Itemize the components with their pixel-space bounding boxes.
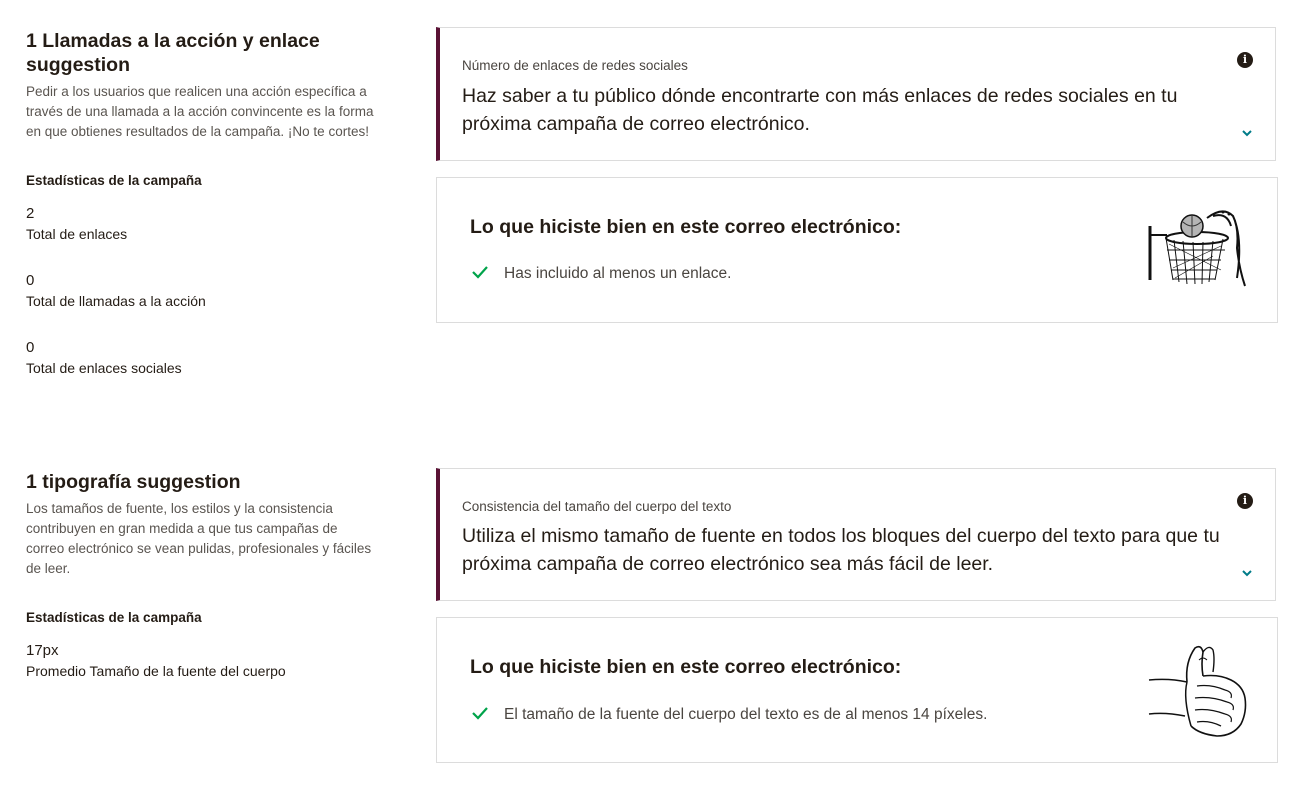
stat-item: 0 Total de enlaces sociales xyxy=(26,338,376,378)
stat-item: 0 Total de llamadas a la acción xyxy=(26,271,376,311)
section-title: 1 tipografía suggestion xyxy=(26,471,241,493)
thumbs-up-hands-illustration xyxy=(1148,645,1247,737)
section-description: Pedir a los usuarios que realicen una ac… xyxy=(26,84,374,139)
suggestion-label: Consistencia del tamaño del cuerpo del t… xyxy=(462,499,732,514)
good-item: El tamaño de la fuente del cuerpo del te… xyxy=(472,706,987,724)
stats-heading: Estadísticas de la campaña xyxy=(26,610,202,625)
good-practices-card: Lo que hiciste bien en este correo elect… xyxy=(436,617,1278,763)
suggestion-label: Número de enlaces de redes sociales xyxy=(462,58,688,73)
info-icon[interactable]: i xyxy=(1237,493,1253,509)
section-info: 1 tipografía suggestion Los tamaños de f… xyxy=(26,470,376,681)
stat-value: 17px xyxy=(26,642,59,659)
stat-label: Promedio Tamaño de la fuente del cuerpo xyxy=(26,663,286,679)
check-icon xyxy=(472,707,488,720)
stat-item: 17px Promedio Tamaño de la fuente del cu… xyxy=(26,641,376,681)
chevron-down-icon[interactable] xyxy=(1241,127,1253,139)
stat-value: 0 xyxy=(26,272,35,289)
chevron-down-icon[interactable] xyxy=(1241,567,1253,579)
stat-value: 2 xyxy=(26,205,35,222)
good-item-text: Has incluido al menos un enlace. xyxy=(504,265,732,282)
stat-label: Total de enlaces sociales xyxy=(26,360,182,376)
stat-label: Total de llamadas a la acción xyxy=(26,293,206,309)
suggestion-text: Haz saber a tu público dónde encontrarte… xyxy=(462,85,1178,135)
good-title: Lo que hiciste bien en este correo elect… xyxy=(470,216,902,238)
stat-item: 2 Total de enlaces xyxy=(26,204,376,244)
section-title: 1 Llamadas a la acción y enlace suggesti… xyxy=(26,30,320,76)
info-icon[interactable]: i xyxy=(1237,52,1253,68)
section-description: Los tamaños de fuente, los estilos y la … xyxy=(26,501,372,576)
stat-value: 0 xyxy=(26,339,35,356)
suggestion-text: Utiliza el mismo tamaño de fuente en tod… xyxy=(462,525,1220,575)
suggestion-card[interactable]: Consistencia del tamaño del cuerpo del t… xyxy=(436,468,1276,601)
good-item-text: El tamaño de la fuente del cuerpo del te… xyxy=(504,706,988,723)
good-title: Lo que hiciste bien en este correo elect… xyxy=(470,656,902,678)
check-icon xyxy=(472,266,488,279)
stat-label: Total de enlaces xyxy=(26,226,128,242)
suggestion-card[interactable]: Número de enlaces de redes sociales Haz … xyxy=(436,27,1276,161)
basketball-hoop-illustration xyxy=(1148,210,1246,287)
good-practices-card: Lo que hiciste bien en este correo elect… xyxy=(436,177,1278,323)
good-item: Has incluido al menos un enlace. xyxy=(472,265,731,283)
stats-heading: Estadísticas de la campaña xyxy=(26,173,202,188)
section-info: 1 Llamadas a la acción y enlace suggesti… xyxy=(26,29,376,378)
